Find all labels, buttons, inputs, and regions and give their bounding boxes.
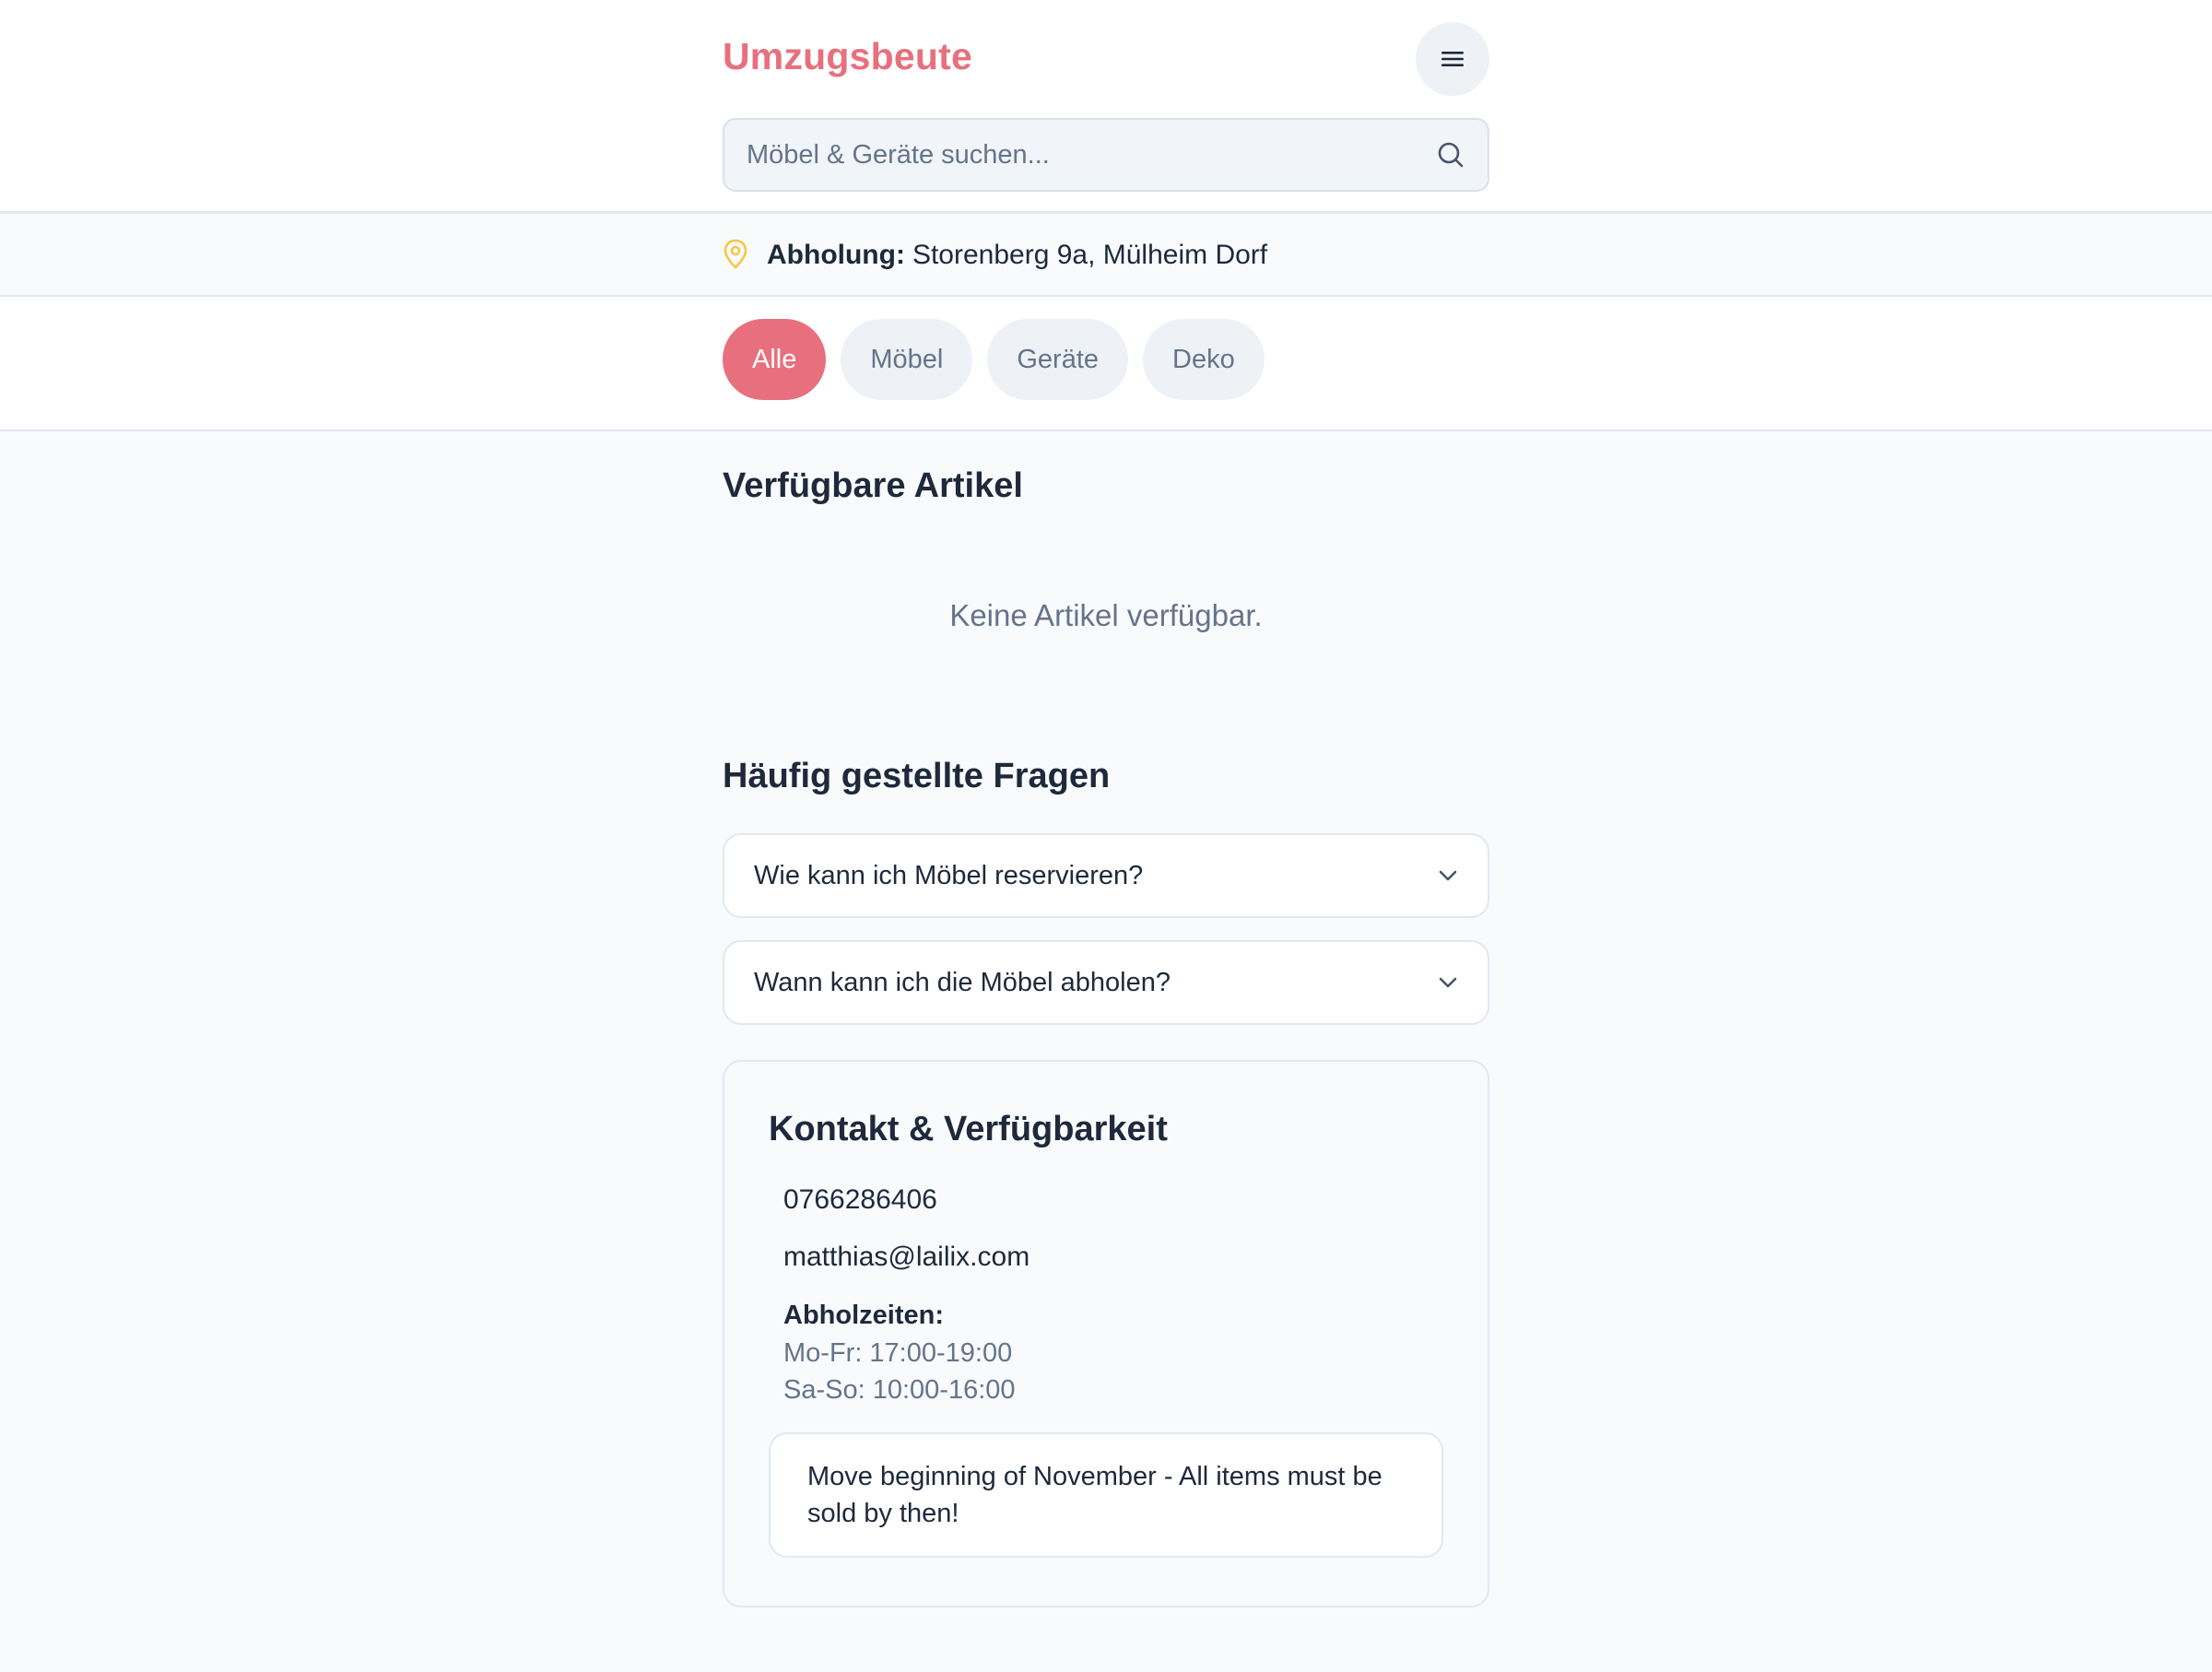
- faq-item-reserve[interactable]: Wie kann ich Möbel reservieren?: [723, 833, 1489, 918]
- pickup-label: Abholung:: [767, 240, 905, 270]
- pickup-bar: Abholung: Storenberg 9a, Mülheim Dorf: [0, 214, 2212, 297]
- contact-email[interactable]: matthias@lailix.com: [783, 1242, 1443, 1273]
- menu-icon: [1441, 52, 1464, 66]
- filter-chip-alle[interactable]: Alle: [723, 319, 827, 400]
- faq-item-pickup[interactable]: Wann kann ich die Möbel abholen?: [723, 940, 1489, 1025]
- empty-state-text: Keine Artikel verfügbar.: [949, 598, 1263, 632]
- map-pin-icon: [723, 239, 752, 272]
- search-bar: [723, 118, 1489, 192]
- faq-question: Wie kann ich Möbel reservieren?: [754, 860, 1144, 890]
- faq-list: Wie kann ich Möbel reservieren? Wann kan…: [723, 833, 1489, 1025]
- faq-title: Häufig gestellte Fragen: [723, 757, 1111, 795]
- items-section-title: Verfügbare Artikel: [723, 466, 1023, 505]
- filter-chip-geraete[interactable]: Geräte: [987, 319, 1129, 400]
- search-input[interactable]: [724, 120, 1414, 190]
- chevron-down-icon: [1439, 977, 1457, 988]
- filter-chip-deko[interactable]: Deko: [1143, 319, 1265, 400]
- faq-question: Wann kann ich die Möbel abholen?: [754, 967, 1171, 997]
- filter-chip-moebel[interactable]: Möbel: [841, 319, 973, 400]
- pickup-hours-weekend: Sa-So: 10:00-16:00: [783, 1375, 1016, 1405]
- move-notice: Move beginning of November - All items m…: [769, 1432, 1443, 1558]
- search-button[interactable]: [1414, 120, 1488, 190]
- contact-phone[interactable]: 0766286406: [783, 1184, 1443, 1216]
- site-header: Umzugsbeute: [0, 0, 2212, 214]
- brand-logo[interactable]: Umzugsbeute: [723, 35, 972, 78]
- menu-button[interactable]: [1416, 22, 1489, 96]
- search-icon: [1438, 142, 1464, 168]
- contact-card: Kontakt & Verfügbarkeit 0766286406 matth…: [723, 1060, 1489, 1607]
- main-content: Verfügbare Artikel Keine Artikel verfügb…: [0, 431, 2212, 1607]
- pickup-hours-weekday: Mo-Fr: 17:00-19:00: [783, 1338, 1013, 1368]
- contact-title: Kontakt & Verfügbarkeit: [769, 1110, 1168, 1148]
- chevron-down-icon: [1439, 870, 1457, 881]
- pickup-hours-label: Abholzeiten:: [783, 1301, 944, 1330]
- pickup-address: Storenberg 9a, Mülheim Dorf: [912, 240, 1268, 270]
- category-filters: Alle Möbel Geräte Deko: [0, 297, 2212, 431]
